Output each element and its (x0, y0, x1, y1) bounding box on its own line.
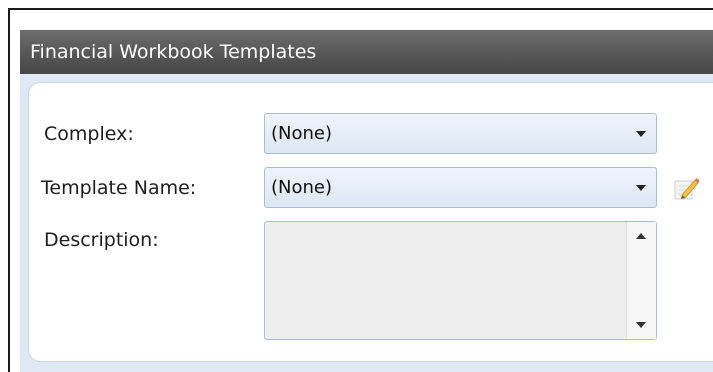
complex-selected-value: (None) (271, 123, 333, 144)
panel-title: Financial Workbook Templates (20, 30, 713, 74)
description-textarea[interactable] (264, 221, 657, 340)
chevron-down-icon (636, 185, 646, 191)
complex-dropdown[interactable]: (None) (264, 113, 657, 154)
template-name-dropdown[interactable]: (None) (264, 167, 657, 208)
scroll-up-arrow-icon[interactable] (636, 233, 646, 239)
chevron-down-icon (636, 131, 646, 137)
window-frame: Financial Workbook Templates Complex: (N… (8, 8, 713, 372)
complex-label: Complex: (44, 123, 134, 145)
form-content: Complex: (None) Template Name: (None) De… (28, 82, 713, 362)
financial-workbook-templates-panel: Financial Workbook Templates Complex: (N… (20, 30, 713, 372)
template-name-selected-value: (None) (271, 177, 333, 198)
description-label: Description: (44, 229, 159, 251)
pencil-edit-icon[interactable] (673, 175, 699, 201)
scroll-down-arrow-icon[interactable] (636, 322, 646, 328)
template-name-label: Template Name: (41, 177, 197, 199)
description-scrollbar[interactable] (626, 222, 656, 339)
